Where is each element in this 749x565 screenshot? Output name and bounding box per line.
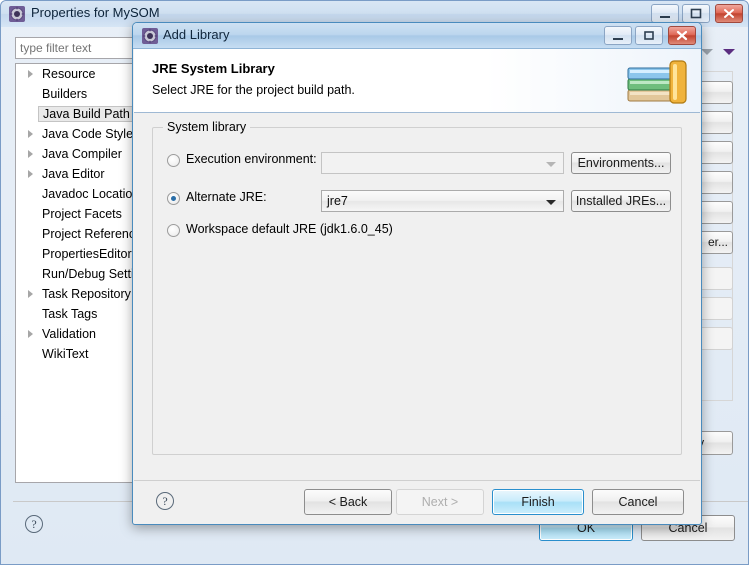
chevron-right-icon[interactable] — [28, 290, 33, 298]
screen: Properties for MySOM Resource — [0, 0, 749, 565]
chevron-down-icon[interactable] — [546, 200, 556, 205]
chevron-right-icon[interactable] — [28, 70, 33, 78]
chevron-right-icon[interactable] — [28, 330, 33, 338]
dialog-minimize-button[interactable] — [604, 26, 632, 45]
add-library-dialog: Add Library JRE System Library Select JR… — [132, 22, 702, 525]
alternate-jre-combo-value: jre7 — [327, 194, 348, 208]
finish-button[interactable]: Finish — [492, 489, 584, 515]
dialog-header-subtitle: Select JRE for the project build path. — [152, 83, 355, 97]
radio-workspace-default-jre[interactable] — [167, 224, 180, 237]
help-icon[interactable]: ? — [25, 515, 43, 533]
alternate-jre-combo[interactable]: jre7 — [321, 190, 564, 212]
radio-alternate-jre[interactable] — [167, 192, 180, 205]
tree-item-label: Java Build Path — [38, 106, 135, 122]
execution-environment-combo[interactable] — [321, 152, 564, 174]
radio-label-workspace-default-jre: Workspace default JRE (jdk1.6.0_45) — [186, 222, 393, 236]
tree-item-label: Java Editor — [42, 167, 105, 181]
properties-window-title: Properties for MySOM — [31, 5, 160, 20]
tree-item-label: Validation — [42, 327, 96, 341]
dialog-maximize-button[interactable] — [635, 26, 663, 45]
tree-item-label: Resource — [42, 67, 96, 81]
help-icon-background[interactable]: ? — [25, 515, 43, 533]
installed-jres-button[interactable]: Installed JREs... — [571, 190, 671, 212]
tree-item-label: Java Code Style — [42, 127, 134, 141]
dialog-close-button[interactable] — [668, 26, 696, 45]
chevron-down-icon-left[interactable] — [701, 49, 713, 55]
tree-item-label: PropertiesEditor — [42, 247, 132, 261]
help-icon[interactable]: ? — [156, 492, 174, 510]
radio-execution-environment[interactable] — [167, 154, 180, 167]
eclipse-icon — [142, 28, 158, 44]
tree-item-label: Builders — [42, 87, 88, 101]
tree-item-label: Project Facets — [42, 207, 122, 221]
system-library-group: System library Execution environment: En… — [152, 120, 682, 455]
back-button[interactable]: < Back — [304, 489, 392, 515]
system-library-legend: System library — [163, 120, 251, 134]
tree-item-label: Task Repository — [42, 287, 131, 301]
chevron-right-icon[interactable] — [28, 150, 33, 158]
tree-item-label: Java Compiler — [42, 147, 122, 161]
chevron-right-icon[interactable] — [28, 170, 33, 178]
dialog-header-title: JRE System Library — [152, 61, 275, 76]
dialog-content: System library Execution environment: En… — [134, 113, 700, 483]
books-stack-icon — [626, 57, 692, 112]
tree-item-label: Javadoc Location — [42, 187, 140, 201]
minimize-button[interactable] — [651, 4, 679, 23]
chevron-down-icon-right[interactable] — [723, 49, 735, 55]
environments-button[interactable]: Environments... — [571, 152, 671, 174]
dialog-title: Add Library — [163, 27, 230, 42]
close-button[interactable] — [715, 4, 743, 23]
next-button[interactable]: Next > — [396, 489, 484, 515]
maximize-button[interactable] — [682, 4, 710, 23]
eclipse-icon — [9, 6, 25, 22]
tree-item-label: Task Tags — [42, 307, 98, 321]
cancel-button[interactable]: Cancel — [592, 489, 684, 515]
dialog-help-icon-wrap[interactable]: ? — [156, 492, 174, 510]
radio-label-execution-environment: Execution environment: — [186, 152, 317, 166]
radio-label-alternate-jre: Alternate JRE: — [186, 190, 267, 204]
chevron-down-icon[interactable] — [546, 162, 556, 167]
chevron-right-icon[interactable] — [28, 130, 33, 138]
dialog-titlebar[interactable]: Add Library — [133, 23, 701, 49]
tree-item-label: WikiText — [42, 347, 89, 361]
dialog-footer: ? < Back Next > Finish Cancel — [134, 480, 700, 523]
dialog-header: JRE System Library Select JRE for the pr… — [134, 49, 700, 113]
